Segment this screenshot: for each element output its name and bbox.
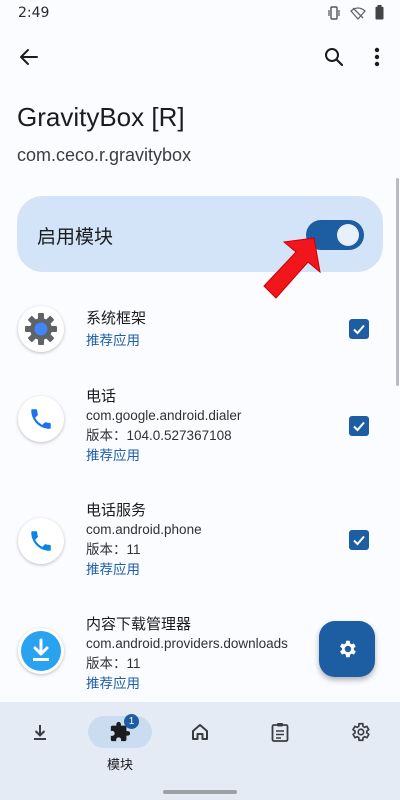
app-bar [0, 36, 400, 80]
app-checkbox[interactable] [349, 416, 369, 436]
nav-item-modules[interactable]: 1 模块 [88, 714, 152, 776]
check-icon [353, 324, 365, 335]
app-version: 版本：11 [86, 542, 141, 557]
wifi-off-icon [350, 6, 366, 20]
download-icon [21, 631, 61, 671]
app-icon [18, 306, 64, 352]
app-name: 系统框架 [86, 309, 147, 327]
arrow-back-icon [20, 49, 38, 65]
recommended-tag: 推荐应用 [86, 676, 140, 692]
recommended-tag: 推荐应用 [86, 333, 140, 349]
vibrate-icon [328, 5, 340, 20]
module-title: GravityBox [R] [17, 102, 185, 132]
clipboard-icon [271, 723, 289, 742]
app-icon [18, 396, 64, 442]
check-icon [353, 535, 365, 546]
search-icon [325, 48, 344, 67]
app-package: com.google.android.dialer [86, 408, 242, 423]
app-version: 版本：104.0.527367108 [86, 428, 232, 443]
app-name: 电话服务 [86, 501, 147, 519]
phone-icon [31, 409, 51, 429]
gear-icon [351, 722, 370, 742]
list-item[interactable]: 电话 com.google.android.dialer 版本：104.0.52… [0, 384, 400, 484]
gear-icon [25, 313, 57, 345]
check-icon [353, 421, 365, 432]
recommended-tag: 推荐应用 [86, 562, 140, 578]
home-icon [192, 724, 208, 740]
recommended-tag: 推荐应用 [86, 448, 140, 464]
red-arrow-icon [263, 237, 321, 299]
nav-item-settings[interactable] [328, 716, 392, 776]
app-name: 电话 [86, 387, 117, 405]
app-icon [18, 518, 64, 564]
enable-module-label: 启用模块 [37, 226, 114, 248]
bottom-navigation: 1 模块 [0, 702, 400, 800]
back-button[interactable] [9, 37, 49, 77]
app-name: 内容下载管理器 [86, 615, 192, 633]
switch-knob [337, 224, 359, 246]
list-item[interactable]: 电话服务 com.android.phone 版本：11 推荐应用 [0, 500, 400, 600]
module-package: com.ceco.r.gravitybox [17, 145, 192, 165]
nav-label-modules: 模块 [106, 758, 133, 773]
home-indicator[interactable] [163, 790, 237, 794]
gear-icon [340, 640, 356, 658]
app-icon [18, 628, 64, 674]
settings-fab[interactable] [319, 621, 375, 677]
more-vert-icon [374, 47, 380, 67]
app-package: com.android.providers.downloads [86, 636, 288, 651]
status-bar: 2:49 [0, 0, 400, 28]
enable-module-card[interactable]: 启用模块 [17, 196, 383, 272]
app-version: 版本：11 [86, 656, 141, 671]
nav-item-logs[interactable] [248, 716, 312, 776]
app-package: com.android.phone [86, 522, 202, 537]
app-checkbox[interactable] [349, 530, 369, 550]
download-icon [34, 725, 46, 740]
list-item[interactable]: 系统框架 推荐应用 [0, 292, 400, 372]
battery-icon [375, 5, 384, 20]
nav-item-download[interactable] [8, 716, 72, 776]
status-icons [327, 5, 384, 20]
more-options-button[interactable] [357, 37, 397, 77]
status-time: 2:49 [18, 5, 50, 21]
phone-icon [31, 531, 51, 551]
modules-badge: 1 [124, 714, 139, 729]
search-button[interactable] [314, 37, 354, 77]
nav-item-home[interactable] [168, 716, 232, 776]
app-checkbox[interactable] [349, 319, 369, 339]
